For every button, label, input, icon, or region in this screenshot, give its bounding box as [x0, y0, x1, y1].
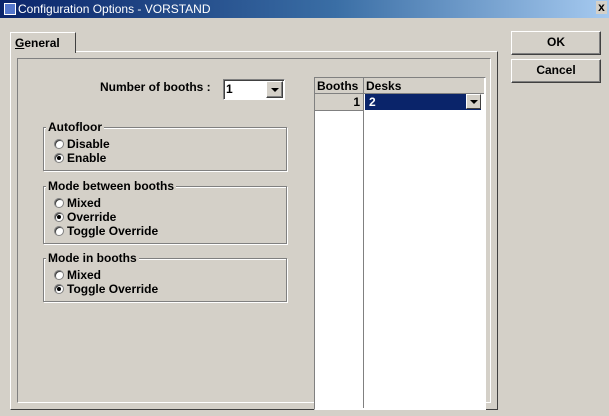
grid-header-desks: Desks — [364, 78, 484, 94]
radio-icon — [54, 198, 64, 208]
grid-header-desks-label: Desks — [366, 79, 402, 93]
cancel-button[interactable]: Cancel — [511, 59, 601, 83]
mode-in-booths-group: Mode in booths Mixed Toggle Override — [43, 251, 287, 302]
grid-header-booths-label: Booths — [317, 79, 359, 93]
autofloor-group: Autofloor Disable Enable — [43, 120, 287, 171]
radio-checked-icon — [54, 153, 64, 163]
grid-row-booth-number: 1 — [315, 94, 364, 111]
desks-select[interactable]: 2 — [365, 94, 481, 110]
radio-checked-icon — [54, 212, 64, 222]
tab-general-label: eneral — [24, 36, 60, 50]
autofloor-legend: Autofloor — [46, 120, 104, 134]
close-icon[interactable]: x — [596, 1, 607, 14]
mode-between-booths-group: Mode between booths Mixed Override Toggl… — [43, 179, 287, 244]
general-panel: Number of booths : 1 Autofloor Disable E… — [10, 51, 498, 410]
grid-row-header-column — [315, 110, 364, 408]
number-of-booths-label: Number of booths : — [100, 80, 211, 94]
chevron-down-icon[interactable] — [266, 81, 283, 98]
autofloor-disable-label: Disable — [67, 137, 110, 151]
mode-in-toggle-override-label: Toggle Override — [67, 282, 159, 296]
window-title: Configuration Options - VORSTAND — [18, 2, 211, 16]
mode-between-override-label: Override — [67, 210, 117, 224]
radio-icon — [54, 139, 64, 149]
booths-desks-grid: Booths Desks 1 2 — [314, 77, 486, 410]
mode-in-mixed-label: Mixed — [67, 268, 102, 282]
desks-select-value: 2 — [369, 95, 376, 109]
tab-general[interactable]: General — [10, 32, 76, 53]
number-of-booths-select[interactable]: 1 — [223, 79, 285, 100]
mode-between-booths-legend: Mode between booths — [46, 179, 176, 193]
radio-icon — [54, 270, 64, 280]
mode-in-booths-legend: Mode in booths — [46, 251, 139, 265]
radio-checked-icon — [54, 284, 64, 294]
mode-between-toggle-override-label: Toggle Override — [67, 224, 159, 238]
grid-row-booth-value: 1 — [353, 95, 360, 109]
app-icon — [4, 3, 16, 15]
chevron-down-icon[interactable] — [466, 94, 481, 109]
title-bar: Configuration Options - VORSTAND x — [0, 0, 609, 18]
radio-icon — [54, 226, 64, 236]
ok-button[interactable]: OK — [511, 31, 601, 55]
mode-between-mixed-label: Mixed — [67, 196, 102, 210]
tab-general-mnemonic: G — [15, 36, 25, 50]
grid-header-booths: Booths — [315, 78, 364, 94]
number-of-booths-value: 1 — [226, 82, 233, 96]
autofloor-enable-label: Enable — [67, 151, 107, 165]
